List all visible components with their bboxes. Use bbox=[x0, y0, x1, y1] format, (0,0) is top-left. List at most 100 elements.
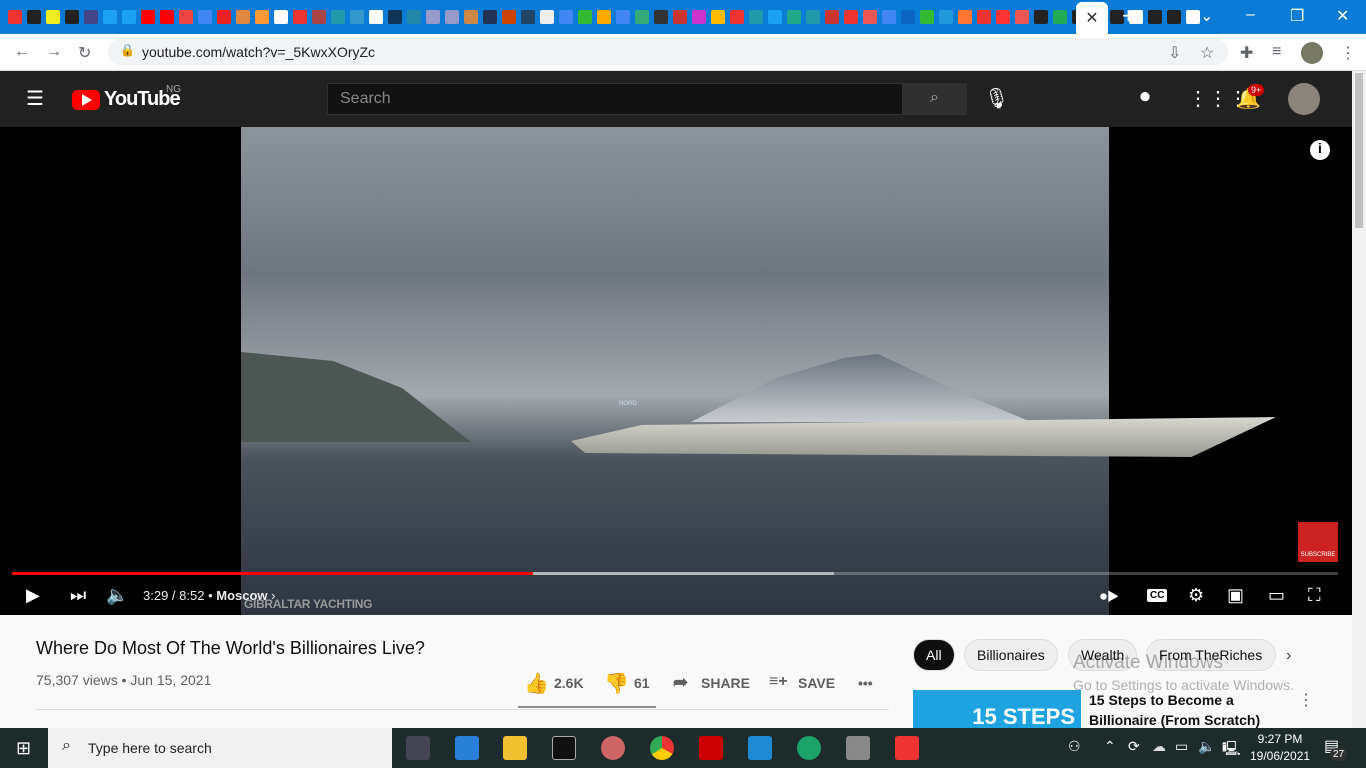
pinned-tab-favicon[interactable] bbox=[160, 10, 174, 24]
battery-icon[interactable]: ▭ bbox=[1175, 738, 1188, 755]
pinned-tab-favicon[interactable] bbox=[958, 10, 972, 24]
pinned-tab-favicon[interactable] bbox=[483, 10, 497, 24]
dislike-count[interactable]: 61 bbox=[634, 675, 650, 691]
more-actions-icon[interactable]: ••• bbox=[858, 675, 873, 691]
pinned-tab-favicon[interactable] bbox=[198, 10, 212, 24]
dislike-icon[interactable]: 👎 bbox=[604, 671, 629, 696]
network-icon[interactable]: 🖳 bbox=[1222, 738, 1241, 762]
menu-icon[interactable]: ⋮ bbox=[1340, 43, 1356, 63]
pinned-tab-favicon[interactable] bbox=[1034, 10, 1048, 24]
pinned-tab-favicon[interactable] bbox=[711, 10, 725, 24]
pinned-tab-favicon[interactable] bbox=[27, 10, 41, 24]
pinned-tab-favicon[interactable] bbox=[521, 10, 535, 24]
pinned-tab-favicon[interactable] bbox=[901, 10, 915, 24]
active-tab[interactable]: ✕ bbox=[1076, 2, 1108, 34]
reload-icon[interactable]: ↻ bbox=[78, 43, 91, 63]
subscribe-watermark[interactable]: SUBSCRIBE bbox=[1298, 522, 1338, 562]
url-input[interactable]: 🔒 youtube.com/watch?v=_5KwxXOryZc bbox=[108, 38, 1228, 66]
pinned-tab-favicon[interactable] bbox=[255, 10, 269, 24]
onedrive-icon[interactable]: ☁ bbox=[1152, 738, 1166, 755]
chip-billionaires[interactable]: Billionaires bbox=[964, 639, 1058, 671]
bookmark-star-icon[interactable]: ☆ bbox=[1200, 43, 1214, 63]
pinned-tab-favicon[interactable] bbox=[616, 10, 630, 24]
volume-icon[interactable]: 🔈 bbox=[106, 585, 128, 606]
people-icon[interactable]: ⚇ bbox=[1068, 738, 1081, 755]
mail-icon[interactable] bbox=[455, 736, 479, 760]
search-input[interactable]: Search bbox=[327, 83, 903, 115]
info-icon[interactable]: i bbox=[1310, 140, 1330, 160]
file-explorer-icon[interactable] bbox=[503, 736, 527, 760]
pinned-tab-favicon[interactable] bbox=[692, 10, 706, 24]
pinned-tab-favicon[interactable] bbox=[977, 10, 991, 24]
pinned-tab-favicon[interactable] bbox=[426, 10, 440, 24]
video-frame[interactable]: NORD bbox=[241, 127, 1276, 615]
create-video-icon[interactable]: ⏺ bbox=[1140, 86, 1150, 109]
pinned-tab-favicon[interactable] bbox=[46, 10, 60, 24]
like-count[interactable]: 2.6K bbox=[554, 675, 584, 691]
pinned-tab-favicon[interactable] bbox=[350, 10, 364, 24]
save-playlist-icon[interactable]: ≡+ bbox=[769, 673, 788, 691]
pinned-tab-favicon[interactable] bbox=[312, 10, 326, 24]
pinned-tab-favicon[interactable] bbox=[806, 10, 820, 24]
tab-search-icon[interactable]: ⌄ bbox=[1200, 6, 1213, 26]
close-tab-icon[interactable]: ✕ bbox=[1085, 8, 1098, 28]
airtel-icon[interactable] bbox=[895, 736, 919, 760]
pinned-tab-favicon[interactable] bbox=[217, 10, 231, 24]
app-icon[interactable] bbox=[699, 736, 723, 760]
vscode-icon[interactable] bbox=[748, 736, 772, 760]
related-title[interactable]: 15 Steps to Become a Billionaire (From Sc… bbox=[1089, 690, 1260, 730]
media-app-icon[interactable] bbox=[601, 736, 625, 760]
volume-tray-icon[interactable]: 🔈 bbox=[1198, 738, 1215, 755]
pinned-tab-favicon[interactable] bbox=[502, 10, 516, 24]
chip-all[interactable]: All bbox=[913, 639, 955, 671]
page-scrollbar[interactable] bbox=[1352, 71, 1366, 728]
sync-icon[interactable]: ⟳ bbox=[1128, 738, 1140, 755]
pinned-tab-favicon[interactable] bbox=[559, 10, 573, 24]
pinned-tab-favicon[interactable] bbox=[654, 10, 668, 24]
media-icon[interactable]: ≡ bbox=[1272, 43, 1281, 61]
captions-button[interactable]: CC bbox=[1147, 589, 1168, 602]
pinned-tab-favicon[interactable] bbox=[1053, 10, 1067, 24]
pinned-tab-favicon[interactable] bbox=[787, 10, 801, 24]
pinned-tab-favicon[interactable] bbox=[578, 10, 592, 24]
pinned-tab-favicon[interactable] bbox=[369, 10, 383, 24]
pinned-tab-favicon[interactable] bbox=[103, 10, 117, 24]
related-thumbnail[interactable]: 15 STEPS bbox=[913, 690, 1081, 729]
related-more-icon[interactable]: ⋮ bbox=[1298, 690, 1314, 710]
pinned-tab-favicon[interactable] bbox=[388, 10, 402, 24]
share-button[interactable]: SHARE bbox=[701, 675, 750, 691]
chips-next-icon[interactable]: › bbox=[1286, 647, 1291, 665]
pinned-tab-favicon[interactable] bbox=[920, 10, 934, 24]
pinned-tab-favicon[interactable] bbox=[939, 10, 953, 24]
windows-start-icon[interactable]: ⊞ bbox=[16, 738, 31, 759]
settings-gear-icon[interactable]: ⚙ bbox=[1188, 585, 1204, 606]
pinned-tab-favicon[interactable] bbox=[730, 10, 744, 24]
minimize-button[interactable]: – bbox=[1246, 6, 1255, 24]
pinned-tab-favicon[interactable] bbox=[122, 10, 136, 24]
calculator-icon[interactable] bbox=[846, 736, 870, 760]
pinned-tab-favicon[interactable] bbox=[749, 10, 763, 24]
pinned-tab-favicon[interactable] bbox=[863, 10, 877, 24]
pinned-tab-favicon[interactable] bbox=[996, 10, 1010, 24]
account-avatar[interactable] bbox=[1288, 83, 1320, 115]
chrome-icon[interactable] bbox=[650, 736, 674, 760]
new-tab-button[interactable]: + bbox=[1122, 3, 1135, 29]
pinned-tab-favicon[interactable] bbox=[635, 10, 649, 24]
theater-mode-icon[interactable]: ▭ bbox=[1268, 585, 1285, 606]
forward-icon[interactable]: → bbox=[46, 43, 62, 61]
pinned-tab-favicon[interactable] bbox=[825, 10, 839, 24]
save-button[interactable]: SAVE bbox=[798, 675, 835, 691]
pinned-tab-favicon[interactable] bbox=[1167, 10, 1181, 24]
pinned-tab-favicon[interactable] bbox=[673, 10, 687, 24]
clock[interactable]: 9:27 PM 19/06/2021 bbox=[1250, 731, 1310, 765]
pinned-tab-favicon[interactable] bbox=[844, 10, 858, 24]
youtube-logo-icon[interactable] bbox=[72, 90, 100, 110]
task-view-icon[interactable] bbox=[406, 736, 430, 760]
terminal-icon[interactable] bbox=[552, 736, 576, 760]
edge-icon[interactable] bbox=[797, 736, 821, 760]
video-player[interactable]: NORD i SUBSCRIBE ▶ ⏭ 🔈 3:29 / 8:52 • Mos… bbox=[0, 127, 1352, 615]
install-icon[interactable]: ⇩ bbox=[1168, 43, 1181, 63]
pinned-tab-favicon[interactable] bbox=[407, 10, 421, 24]
pinned-tab-favicon[interactable] bbox=[445, 10, 459, 24]
pinned-tab-favicon[interactable] bbox=[1186, 10, 1200, 24]
